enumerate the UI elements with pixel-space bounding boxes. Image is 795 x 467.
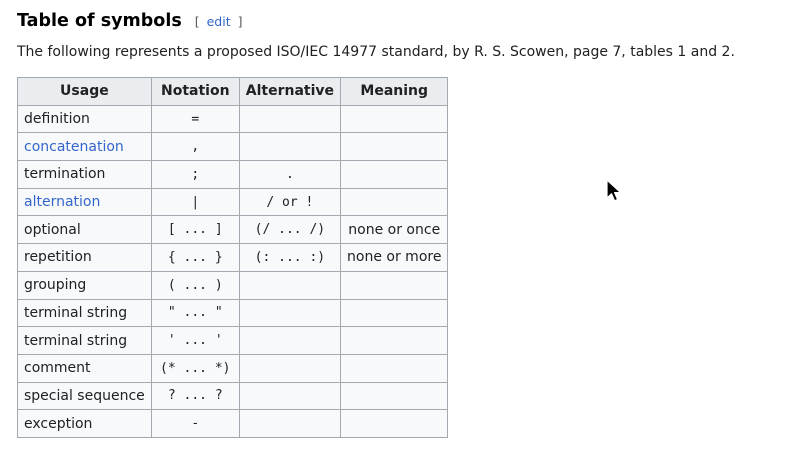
cell-meaning bbox=[340, 104, 449, 134]
edit-bracket-open: [ bbox=[194, 14, 200, 29]
header-usage: Usage bbox=[17, 77, 152, 106]
cell-usage: repetition bbox=[17, 243, 152, 272]
cell-usage: grouping bbox=[17, 270, 152, 300]
cell-alternative bbox=[238, 409, 342, 438]
cell-notation: ( ... ) bbox=[150, 270, 240, 300]
edit-section: [ edit ] bbox=[195, 14, 243, 29]
mouse-pointer-icon bbox=[606, 179, 622, 202]
cell-notation: ? ... ? bbox=[150, 381, 240, 411]
edit-bracket-close: ] bbox=[237, 14, 243, 29]
cell-notation: ' ... ' bbox=[150, 326, 240, 355]
cell-usage: comment bbox=[17, 353, 152, 383]
cell-usage: optional bbox=[17, 215, 152, 245]
cell-notation: (* ... *) bbox=[150, 353, 240, 383]
cell-usage: definition bbox=[17, 104, 152, 134]
edit-link[interactable]: edit bbox=[207, 14, 231, 29]
section-title: Table of symbols bbox=[17, 11, 182, 31]
usage-link-alternation[interactable]: alternation bbox=[24, 194, 100, 210]
intro-paragraph: The following represents a proposed ISO/… bbox=[17, 44, 735, 60]
table-row: optional[ ... ] (/ ... /) none or once bbox=[17, 215, 449, 245]
table-row: concatenation, bbox=[17, 132, 449, 162]
table-header-row: Usage Notation Alternative Meaning bbox=[17, 77, 449, 106]
cell-usage: termination bbox=[17, 160, 152, 189]
cell-meaning bbox=[340, 409, 449, 438]
cell-usage: special sequence bbox=[17, 381, 152, 411]
cell-alternative: / or ! bbox=[238, 187, 342, 217]
cell-alternative bbox=[238, 104, 342, 134]
table-row: exception - bbox=[17, 409, 449, 438]
table-row: terminal string ' ... ' bbox=[17, 326, 449, 355]
cell-alternative bbox=[238, 270, 342, 300]
header-alternative: Alternative bbox=[238, 77, 342, 106]
table-row: termination;. bbox=[17, 160, 449, 189]
table-row: definition = bbox=[17, 104, 449, 134]
cell-usage: terminal string bbox=[17, 326, 152, 355]
cell-meaning bbox=[340, 353, 449, 383]
cell-alternative bbox=[238, 353, 342, 383]
cell-usage: concatenation bbox=[17, 132, 152, 162]
cell-alternative: . bbox=[238, 160, 342, 189]
section-heading: Table of symbols [ edit ] bbox=[17, 9, 242, 33]
cell-alternative bbox=[238, 132, 342, 162]
cell-meaning bbox=[340, 187, 449, 217]
table-row: grouping( ... ) bbox=[17, 270, 449, 300]
cell-meaning bbox=[340, 298, 449, 328]
cell-alternative bbox=[238, 298, 342, 328]
cell-alternative bbox=[238, 381, 342, 411]
cell-notation: " ... " bbox=[150, 298, 240, 328]
cell-notation: { ... } bbox=[150, 243, 240, 272]
cell-meaning: none or more bbox=[340, 243, 449, 272]
cell-meaning: none or once bbox=[340, 215, 449, 245]
cell-alternative: (: ... :) bbox=[238, 243, 342, 272]
cell-usage: alternation bbox=[17, 187, 152, 217]
cell-meaning bbox=[340, 381, 449, 411]
cell-alternative bbox=[238, 326, 342, 355]
cell-notation: ; bbox=[150, 160, 240, 189]
cell-meaning bbox=[340, 270, 449, 300]
cell-alternative: (/ ... /) bbox=[238, 215, 342, 245]
cell-usage: exception bbox=[17, 409, 152, 438]
cell-meaning bbox=[340, 326, 449, 355]
table-row: alternation | / or ! bbox=[17, 187, 449, 217]
symbols-table: Usage Notation Alternative Meaning defin… bbox=[17, 77, 449, 438]
cell-notation: = bbox=[150, 104, 240, 134]
usage-link-concatenation[interactable]: concatenation bbox=[24, 139, 124, 155]
table-row: terminal string " ... " bbox=[17, 298, 449, 328]
cell-notation: - bbox=[150, 409, 240, 438]
cell-meaning bbox=[340, 160, 449, 189]
cell-meaning bbox=[340, 132, 449, 162]
cell-usage: terminal string bbox=[17, 298, 152, 328]
table-row: comment (* ... *) bbox=[17, 353, 449, 383]
table-row: special sequence? ... ? bbox=[17, 381, 449, 411]
cell-notation: | bbox=[150, 187, 240, 217]
table-body: definition = concatenation, termination;. al… bbox=[17, 104, 449, 438]
header-meaning: Meaning bbox=[340, 77, 449, 106]
cell-notation: [ ... ] bbox=[150, 215, 240, 245]
header-notation: Notation bbox=[150, 77, 240, 106]
cell-notation: , bbox=[150, 132, 240, 162]
table-row: repetition{ ... } (: ... :) none or more bbox=[17, 243, 449, 272]
